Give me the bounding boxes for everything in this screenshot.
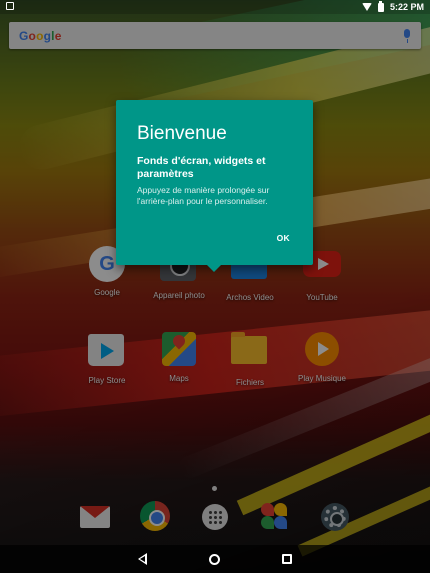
status-right: 5:22 PM bbox=[361, 0, 424, 12]
recents-icon[interactable] bbox=[282, 554, 292, 564]
notification-icon bbox=[6, 2, 14, 10]
welcome-card: Bienvenue Fonds d'écran, widgets et para… bbox=[116, 100, 313, 272]
battery-icon bbox=[377, 0, 384, 12]
welcome-body: Appuyez de manière prolongée sur l'arriè… bbox=[137, 185, 270, 206]
ok-button[interactable]: OK bbox=[274, 231, 293, 245]
status-bar: 5:22 PM bbox=[0, 0, 430, 14]
navigation-bar bbox=[0, 545, 430, 573]
wifi-icon bbox=[361, 3, 372, 11]
welcome-subtitle: Fonds d'écran, widgets et paramètres bbox=[137, 155, 266, 180]
status-time: 5:22 PM bbox=[389, 2, 424, 12]
home-icon[interactable] bbox=[209, 553, 220, 565]
back-icon[interactable] bbox=[138, 553, 147, 565]
status-left bbox=[6, 2, 14, 12]
welcome-title: Bienvenue bbox=[137, 123, 227, 144]
dim-overlay[interactable] bbox=[0, 14, 430, 545]
